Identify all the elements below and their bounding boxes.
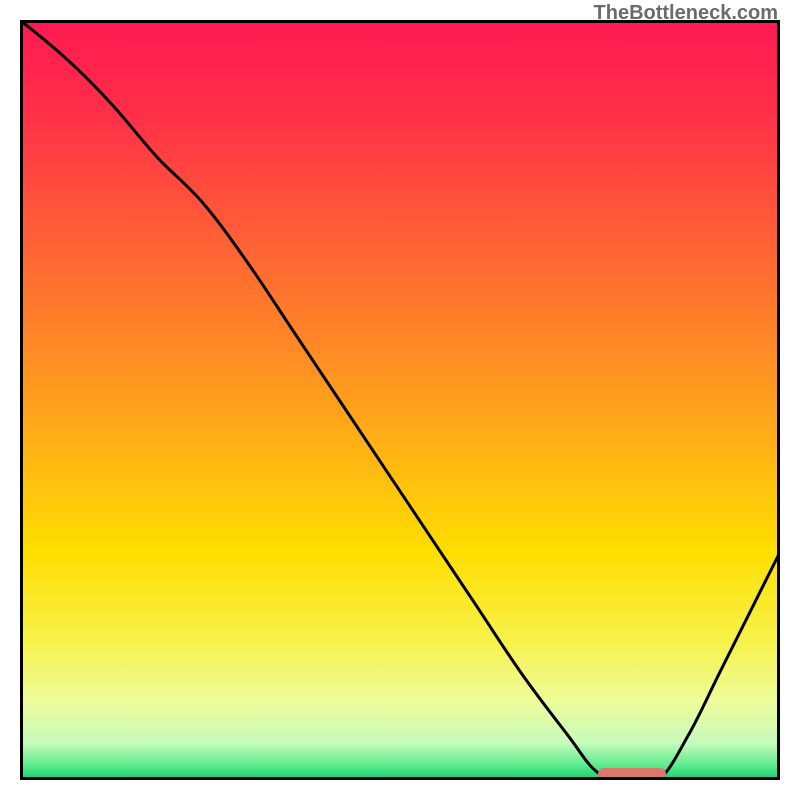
chart-container: TheBottleneck.com xyxy=(0,0,800,800)
watermark-text: TheBottleneck.com xyxy=(594,2,778,25)
plot-area xyxy=(20,20,780,780)
highlight-strip xyxy=(598,768,666,780)
curve-layer xyxy=(20,20,780,780)
bottleneck-curve xyxy=(20,20,780,780)
